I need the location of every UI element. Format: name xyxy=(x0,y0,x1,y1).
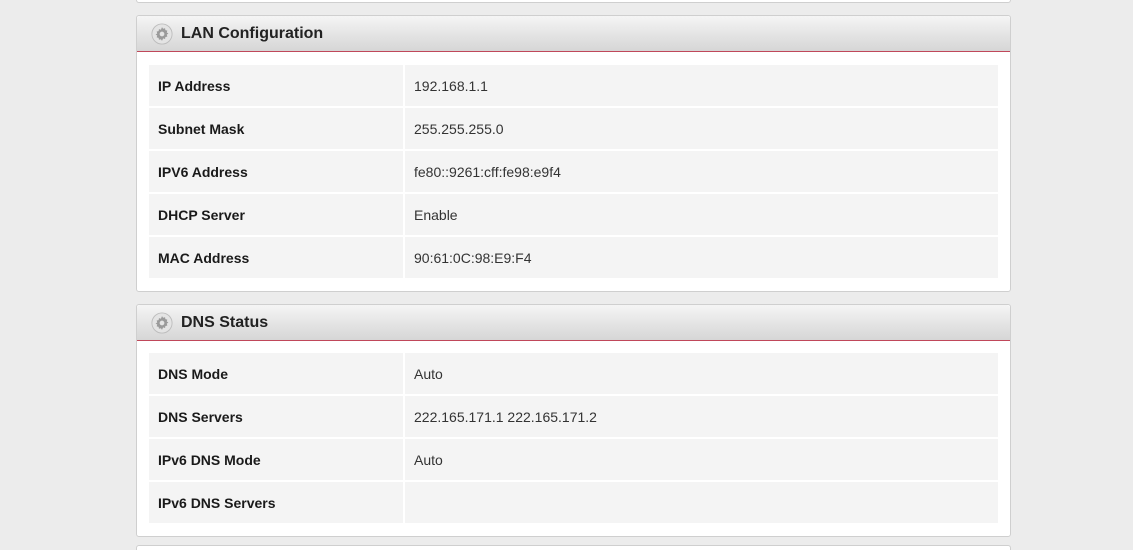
table-row-ip-address: IP Address 192.168.1.1 xyxy=(149,65,998,106)
lan-configuration-header: LAN Configuration xyxy=(137,16,1010,52)
status-page: LAN Configuration IP Address 192.168.1.1… xyxy=(0,0,1133,550)
dns-status-title: DNS Status xyxy=(181,313,269,331)
gear-icon xyxy=(151,311,173,334)
table-row-dns-servers: DNS Servers 222.165.171.1 222.165.171.2 xyxy=(149,396,998,437)
lan-configuration-table: IP Address 192.168.1.1 Subnet Mask 255.2… xyxy=(149,65,998,280)
table-row-ipv6-address: IPV6 Address fe80::9261:cff:fe98:e9f4 xyxy=(149,151,998,192)
table-row-dns-mode: DNS Mode Auto xyxy=(149,353,998,394)
mac-address-value: 90:61:0C:98:E9:F4 xyxy=(405,237,998,278)
previous-panel-edge xyxy=(136,0,1011,3)
dns-status-header: DNS Status xyxy=(137,305,1010,341)
lan-configuration-panel: LAN Configuration IP Address 192.168.1.1… xyxy=(136,15,1011,292)
subnet-mask-label: Subnet Mask xyxy=(149,108,403,149)
dns-servers-label: DNS Servers xyxy=(149,396,403,437)
table-row-subnet-mask: Subnet Mask 255.255.255.0 xyxy=(149,108,998,149)
ip-address-value: 192.168.1.1 xyxy=(405,65,998,106)
dhcp-server-label: DHCP Server xyxy=(149,194,403,235)
lan-configuration-title: LAN Configuration xyxy=(181,24,324,42)
table-row-dhcp-server: DHCP Server Enable xyxy=(149,194,998,235)
subnet-mask-value: 255.255.255.0 xyxy=(405,108,998,149)
dns-mode-label: DNS Mode xyxy=(149,353,403,394)
table-row-ipv6-dns-mode: IPv6 DNS Mode Auto xyxy=(149,439,998,480)
gear-icon xyxy=(151,22,173,45)
mac-address-label: MAC Address xyxy=(149,237,403,278)
ipv6-dns-servers-label: IPv6 DNS Servers xyxy=(149,482,403,523)
ipv6-dns-mode-label: IPv6 DNS Mode xyxy=(149,439,403,480)
next-panel-edge xyxy=(136,545,1011,550)
ipv6-address-label: IPV6 Address xyxy=(149,151,403,192)
ip-address-label: IP Address xyxy=(149,65,403,106)
dns-status-table: DNS Mode Auto DNS Servers 222.165.171.1 … xyxy=(149,353,998,525)
dhcp-server-value: Enable xyxy=(405,194,998,235)
table-row-mac-address: MAC Address 90:61:0C:98:E9:F4 xyxy=(149,237,998,278)
dns-mode-value: Auto xyxy=(405,353,998,394)
ipv6-dns-servers-value xyxy=(405,482,998,523)
dns-status-panel: DNS Status DNS Mode Auto DNS Servers 222… xyxy=(136,304,1011,537)
ipv6-address-value: fe80::9261:cff:fe98:e9f4 xyxy=(405,151,998,192)
dns-servers-value: 222.165.171.1 222.165.171.2 xyxy=(405,396,998,437)
ipv6-dns-mode-value: Auto xyxy=(405,439,998,480)
table-row-ipv6-dns-servers: IPv6 DNS Servers xyxy=(149,482,998,523)
